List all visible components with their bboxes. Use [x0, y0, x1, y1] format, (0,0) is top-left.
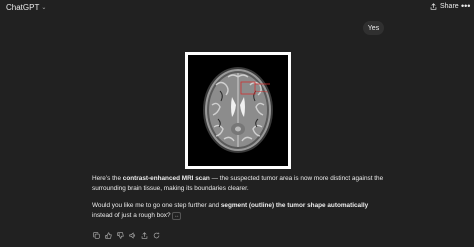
generated-mri-image[interactable]	[185, 52, 291, 169]
more-options-button[interactable]: •••	[461, 1, 470, 11]
share-icon	[430, 3, 437, 10]
upload-icon[interactable]	[140, 231, 148, 239]
assistant-paragraph-2: Would you like me to go one step further…	[92, 201, 384, 221]
app-title: ChatGPT	[6, 3, 40, 12]
user-message-bubble: Yes	[363, 21, 384, 35]
model-selector[interactable]: ChatGPT ⌄	[6, 3, 46, 12]
assistant-paragraph-1: Here’s the contrast-enhanced MRI scan — …	[92, 174, 384, 194]
message-actions	[92, 231, 160, 239]
copy-icon[interactable]	[92, 231, 100, 239]
thumbs-up-icon[interactable]	[104, 231, 112, 239]
share-button[interactable]: Share	[430, 3, 459, 10]
text-segment: instead of just a rough box?	[92, 212, 173, 219]
share-label: Share	[440, 3, 459, 10]
thumbs-down-icon[interactable]	[116, 231, 124, 239]
top-bar: ChatGPT ⌄ Share •••	[0, 0, 474, 16]
mri-scan-image	[188, 55, 288, 166]
expand-icon[interactable]: ↔	[172, 212, 182, 220]
regenerate-icon[interactable]	[152, 231, 160, 239]
bold-text: segment (outline) the tumor shape automa…	[220, 202, 369, 209]
text-segment: Here’s the	[92, 175, 123, 182]
chevron-down-icon: ⌄	[41, 5, 47, 11]
speaker-icon[interactable]	[128, 231, 136, 239]
bold-text: contrast-enhanced MRI scan	[122, 175, 210, 182]
text-segment: Would you like me to go one step further…	[92, 202, 221, 209]
